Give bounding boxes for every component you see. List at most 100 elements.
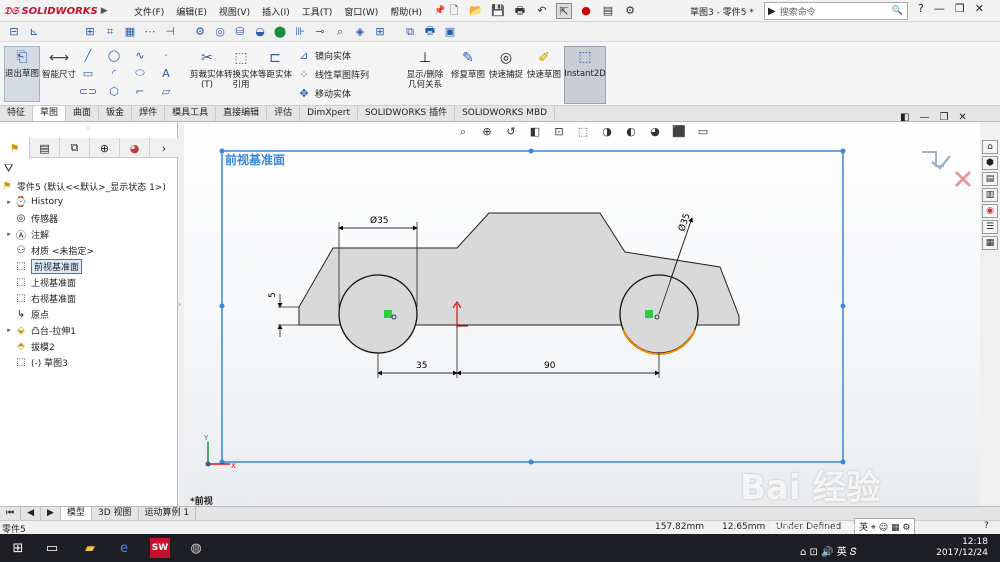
tab-weldments[interactable]: 焊件 bbox=[132, 106, 166, 121]
copy-icon[interactable]: ⧉ bbox=[402, 25, 418, 39]
rectangle-icon[interactable]: ▭ bbox=[80, 66, 96, 80]
task-view-icon[interactable]: ▭ bbox=[42, 538, 62, 558]
quick-snaps-button[interactable]: ◎ 快速捕捉 bbox=[488, 48, 524, 80]
panel-grip-icon[interactable]: ◦ bbox=[86, 124, 91, 133]
logo-dropdown-icon[interactable]: ▶ bbox=[101, 6, 108, 16]
sketch-grid-icon[interactable]: ▦ bbox=[122, 25, 138, 39]
ellipse-icon[interactable]: ⬭ bbox=[132, 66, 148, 80]
scroll-next-icon[interactable]: ▶ bbox=[41, 507, 61, 520]
tree-root[interactable]: ⚑ 零件5 (默认<<默认>_显示状态 1>) bbox=[0, 178, 166, 194]
grid-icon[interactable]: ⊞ bbox=[82, 25, 98, 39]
linear-pattern-button[interactable]: ⁘ 线性草图阵列 bbox=[296, 65, 369, 84]
tree-item-top-plane[interactable]: ⬚ 上视基准面 bbox=[4, 274, 76, 290]
display-relations-button[interactable]: ⊥ 显示/删除几何关系 bbox=[404, 48, 446, 90]
sketch-mode-icon[interactable]: ⊟ bbox=[6, 25, 22, 39]
close-icon[interactable]: ✕ bbox=[975, 2, 984, 15]
tab-mold-tools[interactable]: 模具工具 bbox=[165, 106, 217, 121]
help-icon[interactable]: ? bbox=[918, 2, 924, 15]
fm-expand-icon[interactable]: › bbox=[150, 138, 178, 158]
tab-mbd[interactable]: SOLIDWORKS MBD bbox=[455, 106, 556, 121]
tab-sheet-metal[interactable]: 钣金 bbox=[99, 106, 133, 121]
convert-entities-button[interactable]: ⬚ 转换实体引用 bbox=[224, 48, 258, 90]
zoom-icon[interactable]: ⌕ bbox=[332, 25, 348, 39]
layers-icon[interactable]: ⛁ bbox=[232, 25, 248, 39]
offset-entities-button[interactable]: ⊏ 等距实体 bbox=[258, 48, 292, 80]
home-icon[interactable]: ⌂ bbox=[982, 140, 998, 154]
solidworks-logo[interactable]: 𝔇𝔖 SOLIDWORKS ▶ bbox=[4, 3, 108, 19]
app-taskbar-icon[interactable]: ◍ bbox=[186, 538, 206, 558]
sketch-canvas[interactable]: Ø35 Ø35 5 35 90 Y X 前视基准面 bbox=[184, 122, 980, 508]
instant2d-button[interactable]: ⬚ Instant2D bbox=[564, 46, 606, 104]
dim-height[interactable]: 5 bbox=[268, 292, 278, 298]
tab-evaluate[interactable]: 评估 bbox=[267, 106, 301, 121]
plane-sketch-icon[interactable]: ▱ bbox=[158, 84, 174, 98]
file-properties-icon[interactable]: ▤ bbox=[600, 3, 616, 19]
menu-tools[interactable]: 工具(T) bbox=[296, 5, 339, 18]
scene-icon[interactable]: ⊞ bbox=[372, 25, 388, 39]
dim-90[interactable]: 90 bbox=[544, 361, 556, 371]
smart-dimension-button[interactable]: ⟷ 智能尺寸 bbox=[42, 48, 76, 80]
dimxpert-tab[interactable]: ⊕ bbox=[90, 138, 120, 158]
property-manager-tab[interactable]: ▤ bbox=[30, 138, 60, 158]
appearances-icon[interactable]: ◉ bbox=[982, 204, 998, 218]
measure-icon[interactable]: ⊸ bbox=[312, 25, 328, 39]
minimize-icon[interactable]: — bbox=[934, 2, 945, 15]
expand-icon[interactable]: ▸ bbox=[4, 326, 14, 334]
slot-icon[interactable]: ⊂⊃ bbox=[79, 84, 97, 98]
tree-item-annotations[interactable]: ▸ Ⓐ 注解 bbox=[4, 226, 49, 242]
rapid-sketch-button[interactable]: ✐ 快速草图 bbox=[526, 48, 562, 80]
forum-icon[interactable]: ▦ bbox=[982, 236, 998, 250]
arc-icon[interactable]: ◜ bbox=[106, 66, 122, 80]
file-explorer-icon[interactable]: ▰ bbox=[80, 538, 100, 558]
custom-properties-icon[interactable]: ☰ bbox=[982, 220, 998, 234]
tab-model[interactable]: 模型 bbox=[60, 507, 92, 520]
tab-sketch[interactable]: 草图 bbox=[33, 106, 67, 121]
menu-file[interactable]: 文件(F) bbox=[128, 5, 170, 18]
menu-view[interactable]: 视图(V) bbox=[213, 5, 256, 18]
tab-features[interactable]: 特征 bbox=[0, 106, 34, 121]
tree-item-sketch3[interactable]: ⬚ (-) 草图3 bbox=[4, 354, 68, 370]
feature-tree-tab[interactable]: ⚑ bbox=[0, 138, 30, 158]
select-icon[interactable]: ⇱ bbox=[556, 3, 572, 19]
search-scope-icon[interactable]: ▶ bbox=[768, 6, 776, 17]
design-library-icon[interactable]: ⬢ bbox=[982, 156, 998, 170]
display-icon[interactable]: ◎ bbox=[212, 25, 228, 39]
print-icon[interactable]: 🖶 bbox=[512, 3, 528, 19]
appearance-icon[interactable]: ◈ bbox=[352, 25, 368, 39]
shading-icon[interactable]: ◒ bbox=[252, 25, 268, 39]
left-center-relation-icon[interactable] bbox=[384, 310, 392, 318]
mirror-entities-button[interactable]: ⊿ 镜向实体 bbox=[296, 46, 369, 65]
text-icon[interactable]: A bbox=[158, 66, 174, 80]
left-wheel-circle[interactable] bbox=[338, 274, 418, 354]
save-icon[interactable]: 💾 bbox=[490, 3, 506, 19]
tray-icons[interactable]: ⌂ ⊡ 🔊 英 𝑆 bbox=[800, 543, 857, 558]
menu-window[interactable]: 窗口(W) bbox=[338, 5, 384, 18]
move-entities-button[interactable]: ✥ 移动实体 bbox=[296, 84, 369, 103]
panel-splitter-icon[interactable]: › bbox=[178, 300, 184, 312]
status-ime[interactable]: 英 ⌖ ☺ ▦ ⚙ bbox=[854, 518, 916, 535]
config-manager-tab[interactable]: ⧉ bbox=[60, 138, 90, 158]
confirmation-corner[interactable] bbox=[922, 151, 972, 188]
tree-item-material[interactable]: ⚇ 材质 <未指定> bbox=[4, 242, 94, 258]
solidworks-taskbar-icon[interactable]: SW bbox=[150, 538, 170, 558]
open-file-icon[interactable]: 📂 bbox=[468, 3, 484, 19]
status-help-icon[interactable]: ? bbox=[984, 521, 989, 531]
tab-motion-study[interactable]: 运动算例 1 bbox=[139, 507, 197, 520]
tree-item-origin[interactable]: ↳ 原点 bbox=[4, 306, 49, 322]
menu-edit[interactable]: 编辑(E) bbox=[170, 5, 213, 18]
search-icon[interactable]: 🔍 bbox=[892, 6, 907, 16]
spline-icon[interactable]: ∿ bbox=[132, 48, 148, 62]
tab-surfaces[interactable]: 曲面 bbox=[66, 106, 100, 121]
sketch-pattern-icon[interactable]: ⊪ bbox=[292, 25, 308, 39]
restore-icon[interactable]: ❐ bbox=[955, 2, 965, 15]
exit-sketch-button[interactable]: ⎗ 退出草图 bbox=[4, 46, 40, 102]
appearance-gear-icon[interactable]: ⚙ bbox=[192, 25, 208, 39]
tree-item-right-plane[interactable]: ⬚ 右视基准面 bbox=[4, 290, 76, 306]
point-icon[interactable]: ⋅ bbox=[158, 48, 174, 62]
circle-icon[interactable]: ◯ bbox=[106, 48, 122, 62]
tree-item-sensors[interactable]: ◎ 传感器 bbox=[4, 210, 58, 226]
tree-item-extrude[interactable]: ▸ ⬙ 凸台-拉伸1 bbox=[4, 322, 76, 338]
filter-icon[interactable]: ⛛ bbox=[4, 162, 13, 176]
search-input[interactable]: 搜索命令 bbox=[776, 5, 892, 18]
tab-addins[interactable]: SOLIDWORKS 插件 bbox=[357, 106, 456, 121]
